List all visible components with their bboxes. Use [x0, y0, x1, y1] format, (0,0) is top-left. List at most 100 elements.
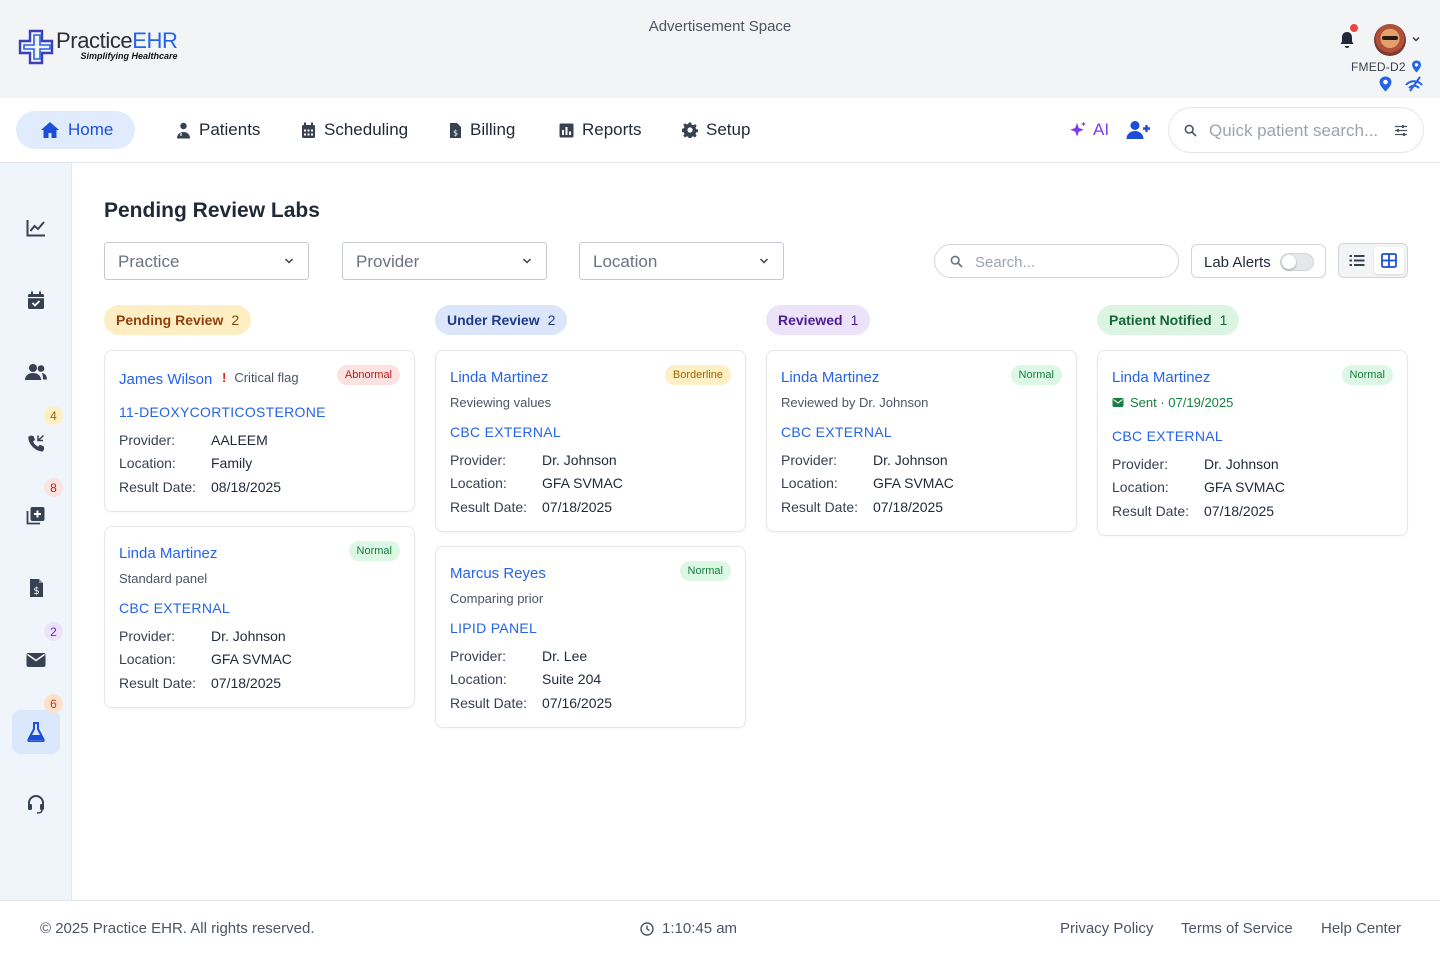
- provider-select[interactable]: Provider: [342, 242, 547, 280]
- patient-name-link[interactable]: James Wilson: [119, 371, 212, 388]
- provider-label: Provider:: [1112, 456, 1169, 472]
- sent-mail-icon: [1112, 398, 1124, 407]
- left-sidebar: 4 8 $ 2 6: [0, 163, 72, 900]
- location-value: Family: [211, 455, 253, 471]
- lab-card[interactable]: Linda Martinez Normal Standard panel CBC…: [104, 526, 415, 708]
- location-row: Location: GFA SVMAC: [781, 475, 954, 491]
- result-date-label: Result Date:: [781, 499, 859, 515]
- column-header-pending-review[interactable]: Pending Review 2: [104, 305, 252, 335]
- nav-setup[interactable]: Setup: [682, 111, 750, 149]
- add-user-icon[interactable]: [1126, 120, 1151, 140]
- column-patient-notified: Patient Notified 1 Linda Martinez Normal…: [1097, 305, 1408, 536]
- card-subtitle: Standard panel: [119, 571, 208, 586]
- result-date-row: Result Date: 07/16/2025: [450, 695, 612, 711]
- provider-label: Provider:: [119, 628, 176, 644]
- patient-name-link[interactable]: Linda Martinez: [781, 369, 879, 386]
- result-date-row: Result Date: 07/18/2025: [450, 499, 612, 515]
- nav-setup-label: Setup: [706, 120, 751, 139]
- sidebar-item-analytics[interactable]: [12, 206, 60, 250]
- ai-label: AI: [1093, 120, 1110, 139]
- location-value: GFA SVMAC: [211, 651, 292, 667]
- provider-value: AALEEM: [211, 432, 268, 448]
- filter-sliders-icon[interactable]: [1394, 124, 1408, 137]
- sidebar-item-labs[interactable]: 6: [12, 694, 63, 754]
- result-date-row: Result Date: 08/18/2025: [119, 479, 281, 495]
- gear-icon: [682, 122, 698, 138]
- nav-scheduling[interactable]: Scheduling: [301, 111, 408, 149]
- location-marker-icon[interactable]: [1378, 76, 1393, 92]
- clock-time: 1:10:45 am: [662, 920, 738, 937]
- lab-card[interactable]: Marcus Reyes Normal Comparing prior LIPI…: [435, 546, 746, 728]
- result-date-value: 07/18/2025: [211, 675, 282, 691]
- nav-patients[interactable]: Patients: [176, 111, 260, 149]
- list-icon: [1349, 255, 1365, 266]
- sidebar-item-calls[interactable]: 4: [12, 406, 63, 466]
- lab-alerts-label: Lab Alerts: [1204, 254, 1271, 271]
- quick-patient-search[interactable]: Quick patient search...: [1168, 107, 1424, 153]
- practice-select[interactable]: Practice: [104, 242, 309, 280]
- patient-name-link[interactable]: Linda Martinez: [119, 545, 217, 562]
- test-name-link[interactable]: CBC EXTERNAL: [450, 424, 561, 440]
- sidebar-item-patients[interactable]: [12, 350, 60, 394]
- nav-billing[interactable]: $ Billing: [449, 111, 515, 149]
- lab-search-input[interactable]: Search...: [934, 244, 1179, 278]
- avatar[interactable]: [1374, 24, 1406, 56]
- location-select-value: Location: [593, 252, 658, 271]
- patient-icon: [177, 122, 190, 138]
- column-header-patient-notified[interactable]: Patient Notified 1: [1097, 305, 1240, 335]
- patient-name-link[interactable]: Linda Martinez: [450, 369, 548, 386]
- provider-label: Provider:: [450, 648, 507, 664]
- location-label: Location:: [119, 651, 176, 667]
- lab-card[interactable]: Linda Martinez Normal Sent · 07/19/2025 …: [1097, 350, 1408, 536]
- location-label: Location:: [450, 671, 507, 687]
- result-date-label: Result Date:: [119, 479, 197, 495]
- test-name-link[interactable]: LIPID PANEL: [450, 620, 537, 636]
- lab-card[interactable]: Linda Martinez Borderline Reviewing valu…: [435, 350, 746, 532]
- page-footer: © 2025 Practice EHR. All rights reserved…: [0, 900, 1440, 953]
- patient-name-link[interactable]: Linda Martinez: [1112, 369, 1210, 386]
- location-value: Suite 204: [542, 671, 602, 687]
- flask-icon: [27, 722, 45, 742]
- sidebar-item-orders[interactable]: 8: [12, 478, 63, 538]
- sidebar-item-appointments[interactable]: [12, 278, 60, 322]
- test-name-link[interactable]: CBC EXTERNAL: [119, 600, 230, 616]
- terms-of-service-link[interactable]: Terms of Service: [1181, 920, 1293, 937]
- lab-alerts-toggle[interactable]: [1280, 253, 1314, 271]
- sidebar-item-messages[interactable]: 2: [12, 622, 63, 682]
- clinic-code[interactable]: FMED-D2: [1351, 60, 1406, 74]
- sent-status-label: Sent · 07/19/2025: [1130, 395, 1234, 410]
- help-center-link[interactable]: Help Center: [1321, 920, 1401, 937]
- clock-icon: [640, 921, 654, 936]
- ai-button[interactable]: AI: [1069, 120, 1109, 140]
- sparkle-icon: [1070, 121, 1086, 137]
- board-view-button[interactable]: [1374, 247, 1404, 274]
- column-count: 1: [850, 312, 859, 328]
- column-under-review: Under Review 2 Linda Martinez Borderline…: [435, 305, 746, 728]
- location-select[interactable]: Location: [579, 242, 784, 280]
- nav-reports[interactable]: Reports: [559, 111, 642, 149]
- list-view-button[interactable]: [1342, 247, 1372, 274]
- column-header-under-review[interactable]: Under Review 2: [435, 305, 568, 335]
- test-name-link[interactable]: 11-DEOXYCORTICOSTERONE: [119, 404, 326, 420]
- privacy-policy-link[interactable]: Privacy Policy: [1060, 920, 1153, 937]
- provider-row: Provider: Dr. Johnson: [450, 452, 617, 468]
- test-name-link[interactable]: CBC EXTERNAL: [1112, 428, 1223, 444]
- nav-scheduling-label: Scheduling: [324, 120, 409, 139]
- location-pin-icon: [1412, 60, 1421, 73]
- test-name-link[interactable]: CBC EXTERNAL: [781, 424, 892, 440]
- sidebar-item-support[interactable]: [12, 782, 60, 826]
- analytics-icon: [26, 220, 45, 237]
- chevron-down-icon[interactable]: [1411, 34, 1421, 44]
- signal-icon[interactable]: [1404, 76, 1424, 92]
- column-header-reviewed[interactable]: Reviewed 1: [766, 305, 871, 335]
- messages-badge: 2: [44, 622, 63, 641]
- nav-home[interactable]: Home: [16, 111, 135, 149]
- lab-card[interactable]: James Wilson ! Critical flag Abnormal 11-…: [104, 350, 415, 512]
- card-subtitle: Reviewed by Dr. Johnson: [781, 395, 929, 410]
- copyright-text: © 2025 Practice EHR. All rights reserved…: [40, 920, 315, 937]
- sidebar-item-billing[interactable]: $: [12, 566, 60, 610]
- lab-card[interactable]: Linda Martinez Normal Reviewed by Dr. Jo…: [766, 350, 1077, 532]
- result-date-value: 07/18/2025: [542, 499, 613, 515]
- notification-bell-icon[interactable]: [1338, 30, 1356, 50]
- patient-name-link[interactable]: Marcus Reyes: [450, 565, 546, 582]
